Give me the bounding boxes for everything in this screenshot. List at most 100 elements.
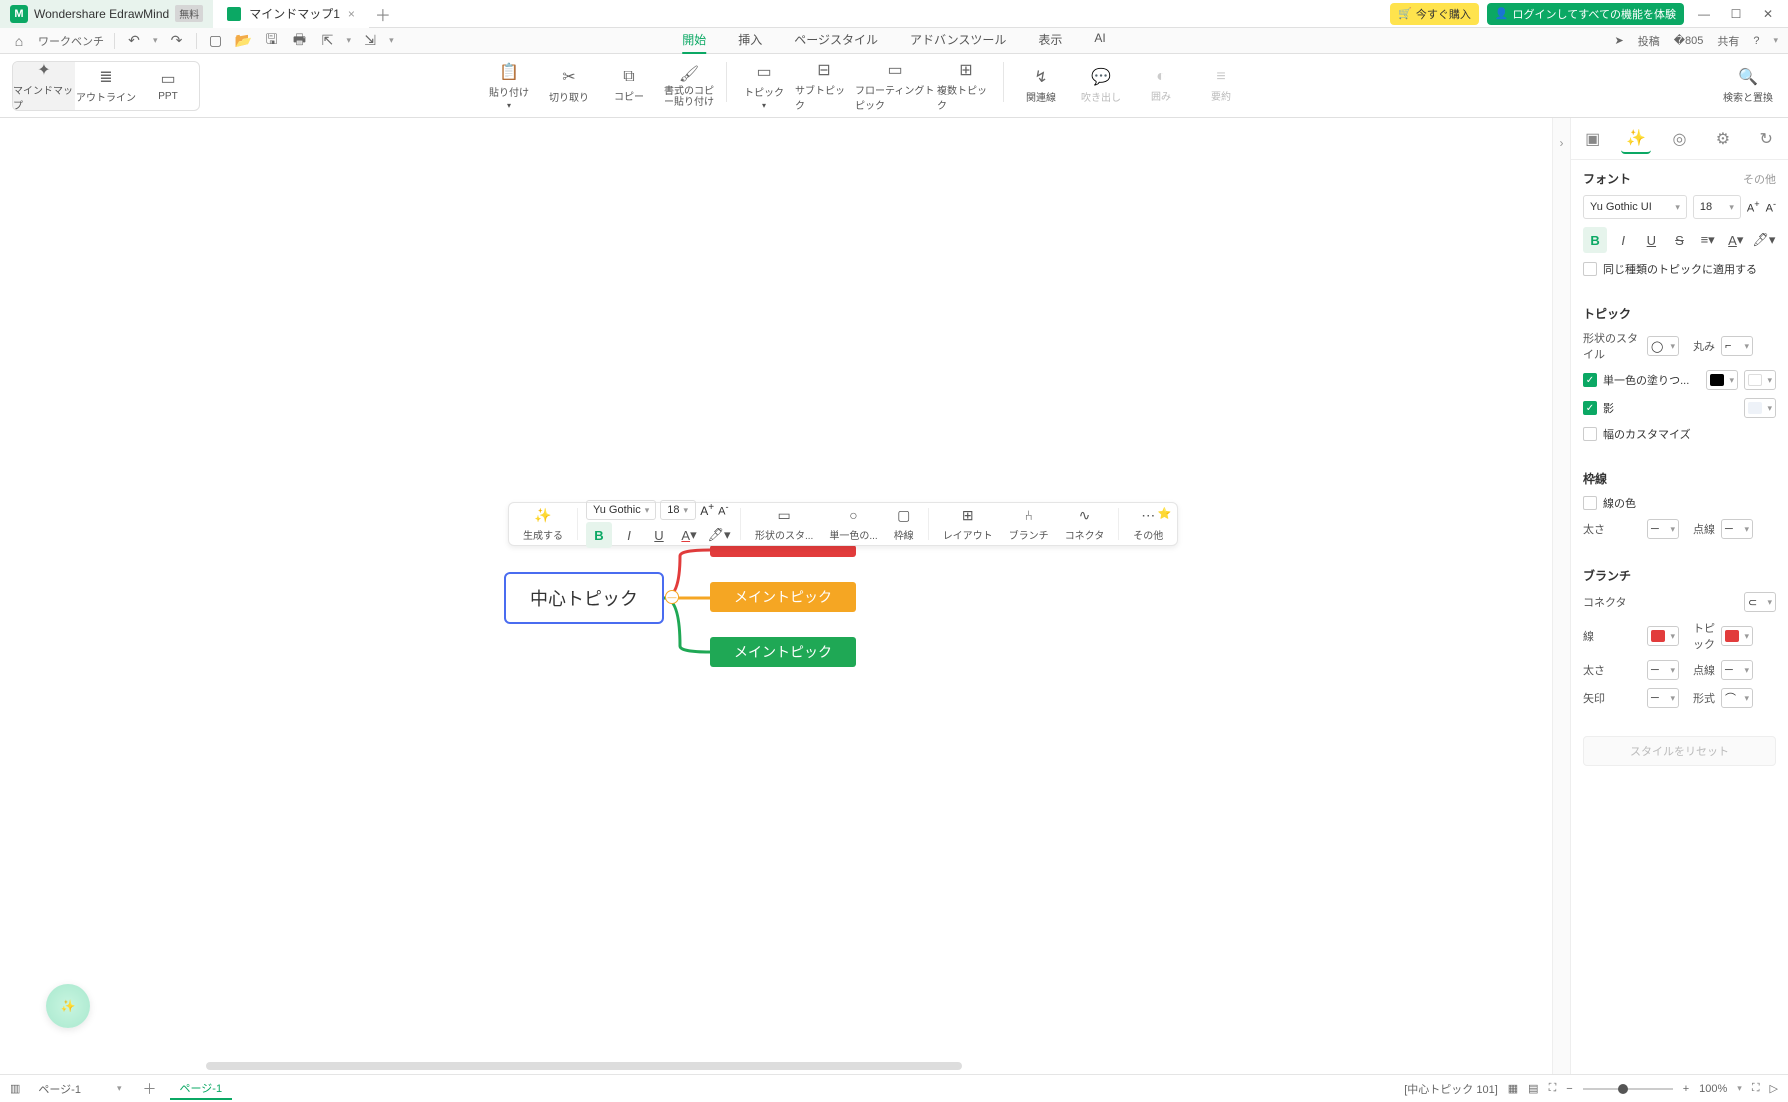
menu-advanced[interactable]: アドバンスツール <box>910 27 1006 54</box>
zoom-value[interactable]: 100% <box>1699 1083 1727 1095</box>
app-tab[interactable]: M Wondershare EdrawMind 無料 <box>0 0 213 28</box>
menu-view[interactable]: 表示 <box>1038 27 1062 54</box>
underline-button[interactable]: U <box>1639 227 1663 253</box>
topic-color-select[interactable]: ▾ <box>1721 626 1753 646</box>
paste-button[interactable]: 📋貼り付け▾ <box>480 62 538 110</box>
subtopic-button[interactable]: ⊟サブトピック <box>795 62 853 110</box>
border-color-checkbox[interactable] <box>1583 496 1597 510</box>
collapse-port-icon[interactable]: — <box>665 590 679 604</box>
new-tab-button[interactable]: ＋ <box>369 0 397 28</box>
font-increase-icon[interactable]: A+ <box>1747 199 1760 215</box>
mini-size-select[interactable]: 18▾ <box>660 500 696 520</box>
shape-style-select[interactable]: ◯▾ <box>1647 336 1679 356</box>
menu-start[interactable]: 開始 <box>682 27 706 54</box>
panel-tab-history[interactable]: ↻ <box>1751 124 1781 154</box>
workbench-label[interactable]: ワークベンチ <box>38 33 104 49</box>
share-label[interactable]: 共有 <box>1717 33 1739 49</box>
send-icon[interactable]: ➤ <box>1614 34 1623 47</box>
strike-button[interactable]: S <box>1667 227 1691 253</box>
panel-tab-style[interactable]: ▣ <box>1578 124 1608 154</box>
branch-dash-select[interactable]: ─▾ <box>1721 660 1753 680</box>
view-outline[interactable]: ≣アウトライン <box>75 62 137 110</box>
print-icon[interactable]: 🖶 <box>291 32 309 50</box>
border-thickness-select[interactable]: ─▾ <box>1647 519 1679 539</box>
font-size-select[interactable]: 18▾ <box>1693 195 1741 219</box>
copy-button[interactable]: ⧉コピー <box>600 62 658 110</box>
width-custom-checkbox[interactable] <box>1583 427 1597 441</box>
mini-font-color-icon[interactable]: A▾ <box>676 522 702 548</box>
document-tab[interactable]: マインドマップ1 × <box>213 0 369 28</box>
import-icon[interactable]: ⇲ <box>361 32 379 50</box>
export-icon[interactable]: ⇱ <box>319 32 337 50</box>
corner-select[interactable]: ⌐▾ <box>1721 336 1753 356</box>
format-select[interactable]: ⌒▾ <box>1721 688 1753 708</box>
undo-icon[interactable]: ↶ <box>125 32 143 50</box>
multi-topic-button[interactable]: ⊞複数トピック <box>937 62 995 110</box>
center-topic-node[interactable]: 中心トピック <box>504 572 664 624</box>
presentation-icon[interactable]: ▷ <box>1770 1082 1778 1095</box>
zoom-in-icon[interactable]: + <box>1683 1083 1689 1095</box>
mini-italic-icon[interactable]: I <box>616 522 642 548</box>
view-mindmap[interactable]: ✦マインドマップ <box>13 62 75 110</box>
mini-shape-button[interactable]: ▭形状のスタ... <box>749 506 819 542</box>
mini-bold-icon[interactable]: B <box>586 522 612 548</box>
mini-border-button[interactable]: ▢枠線 <box>888 506 920 542</box>
increase-font-icon[interactable]: A+ <box>700 502 714 518</box>
zoom-out-icon[interactable]: − <box>1566 1083 1572 1095</box>
mini-font-select[interactable]: Yu Gothic▾ <box>586 500 656 520</box>
page-select[interactable]: ページ-1 ▾ <box>30 1078 129 1100</box>
close-tab-icon[interactable]: × <box>348 7 355 21</box>
close-icon[interactable]: ✕ <box>1756 2 1780 26</box>
connector-style-select[interactable]: ⊂▾ <box>1744 592 1776 612</box>
shadow-checkbox[interactable]: ✓ <box>1583 401 1597 415</box>
relation-button[interactable]: ↯関連線 <box>1012 62 1070 110</box>
home-icon[interactable]: ⌂ <box>10 32 28 50</box>
horizontal-scrollbar[interactable] <box>206 1062 962 1070</box>
panel-collapse-handle[interactable]: › <box>1552 118 1570 1074</box>
new-file-icon[interactable]: ▢ <box>207 32 225 50</box>
search-replace-button[interactable]: 🔍検索と置換 <box>1720 67 1776 104</box>
menu-ai[interactable]: AI <box>1094 27 1105 54</box>
redo-icon[interactable]: ↷ <box>168 32 186 50</box>
align-button[interactable]: ≡▾ <box>1696 227 1720 253</box>
highlight-button[interactable]: 🖊▾ <box>1752 227 1776 253</box>
font-color-button[interactable]: A▾ <box>1724 227 1748 253</box>
view-ppt[interactable]: ▭PPT <box>137 62 199 110</box>
login-button[interactable]: 👤 ログインしてすべての機能を体験 <box>1487 3 1684 25</box>
border-dash-select[interactable]: ─▾ <box>1721 519 1753 539</box>
floating-topic-button[interactable]: ▭フローティングトピック <box>855 62 935 110</box>
post-label[interactable]: 投稿 <box>1638 33 1660 49</box>
view-grid-icon[interactable]: ▦ <box>1508 1082 1518 1095</box>
font-family-select[interactable]: Yu Gothic UI▾ <box>1583 195 1687 219</box>
mini-fill-button[interactable]: ○単一色の... <box>823 506 883 542</box>
italic-button[interactable]: I <box>1611 227 1635 253</box>
panel-tab-icon[interactable]: ⚙ <box>1708 124 1738 154</box>
fullscreen-icon[interactable]: ⛶ <box>1752 1082 1760 1095</box>
line-color-select[interactable]: ▾ <box>1647 626 1679 646</box>
canvas[interactable]: 中心トピック — メイントピック メイントピック ⭐ ✨生成する Yu Goth… <box>0 118 1552 1074</box>
add-page-button[interactable]: ＋ <box>140 1079 160 1099</box>
help-icon[interactable]: ? <box>1753 35 1759 47</box>
fill-color-select[interactable]: ▾ <box>1706 370 1738 390</box>
zoom-slider[interactable] <box>1583 1088 1673 1090</box>
panel-tab-format[interactable]: ✨ <box>1621 124 1651 154</box>
save-icon[interactable]: 🖫 <box>263 32 281 50</box>
mini-connector-button[interactable]: ∿コネクタ <box>1059 506 1111 542</box>
fill-checkbox[interactable]: ✓ <box>1583 373 1597 387</box>
shadow-color-select[interactable]: ▾ <box>1744 398 1776 418</box>
main-topic-2[interactable]: メイントピック <box>710 582 856 612</box>
decrease-font-icon[interactable]: A- <box>718 502 728 518</box>
font-more[interactable]: その他 <box>1743 171 1776 187</box>
menu-insert[interactable]: 挿入 <box>738 27 762 54</box>
share-icon[interactable]: �805 <box>1674 34 1704 47</box>
panel-tab-tag[interactable]: ◎ <box>1664 124 1694 154</box>
ai-generate-button[interactable]: ✨生成する <box>517 506 569 542</box>
maximize-icon[interactable]: ☐ <box>1724 2 1748 26</box>
apply-same-checkbox[interactable] <box>1583 262 1597 276</box>
font-decrease-icon[interactable]: A- <box>1766 199 1776 215</box>
mini-branch-button[interactable]: ⑃ブランチ <box>1003 506 1055 542</box>
mini-layout-button[interactable]: ⊞レイアウト <box>937 506 999 542</box>
pin-icon[interactable]: ⭐ <box>1158 507 1172 520</box>
buy-button[interactable]: 🛒 今すぐ購入 <box>1390 3 1479 25</box>
mini-underline-icon[interactable]: U <box>646 522 672 548</box>
